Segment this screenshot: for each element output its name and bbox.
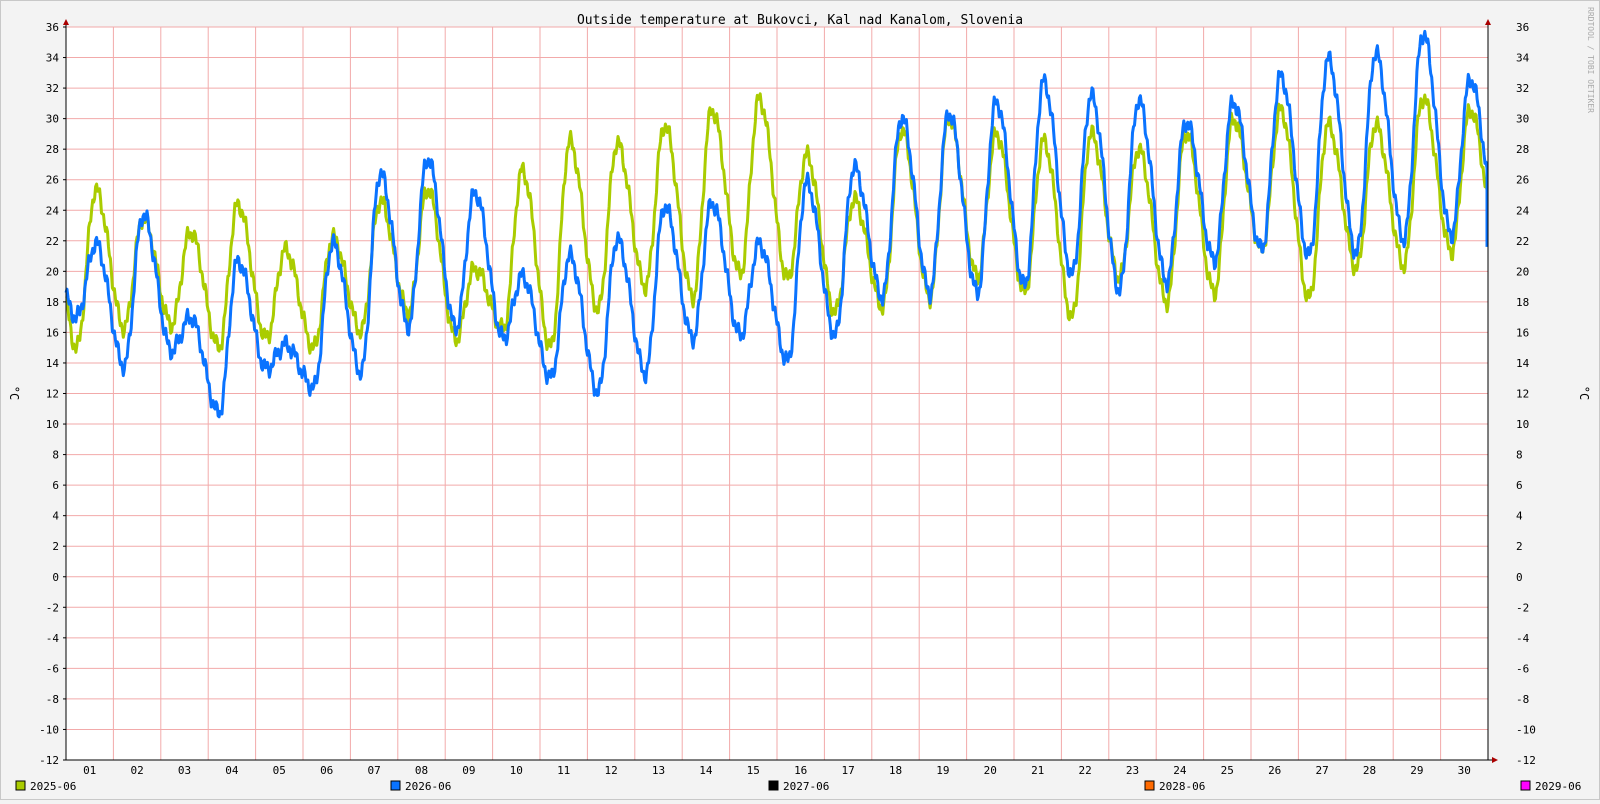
x-tick-label: 29 [1410,764,1423,777]
y-tick-label-right: 2 [1516,540,1523,553]
y-tick-label-right: 8 [1516,449,1523,462]
x-tick-label: 27 [1315,764,1328,777]
chart-canvas: 363432302826242220181614121086420-2-4-6-… [0,0,1600,800]
y-tick-label-left: -2 [46,601,59,614]
legend-label: 2025-06 [30,780,76,793]
y-tick-label-left: 18 [46,296,59,309]
y-tick-label-left: 26 [46,174,59,187]
y-tick-label-left: 14 [46,357,60,370]
y-tick-label-right: 10 [1516,418,1529,431]
y-tick-label-right: 4 [1516,510,1523,523]
x-tick-label: 10 [510,764,523,777]
x-tick-label: 06 [320,764,333,777]
y-tick-label-left: 28 [46,143,59,156]
x-tick-label: 22 [1078,764,1091,777]
y-tick-label-right: 12 [1516,388,1529,401]
y-tick-label-right: 16 [1516,326,1529,339]
legend-label: 2026-06 [405,780,451,793]
x-tick-label: 04 [225,764,239,777]
y-tick-label-left: 30 [46,113,59,126]
y-tick-label-right: -4 [1516,632,1530,645]
y-tick-label-left: 4 [52,510,59,523]
y-tick-label-left: 22 [46,235,59,248]
y-tick-label-right: -10 [1516,723,1536,736]
y-tick-label-left: 8 [52,449,59,462]
y-tick-label-left: -10 [39,723,59,736]
y-tick-label-left: 34 [46,52,60,65]
legend-swatch [390,780,401,791]
x-tick-label: 13 [652,764,665,777]
x-tick-label: 17 [841,764,854,777]
x-tick-label: 08 [415,764,428,777]
x-tick-label: 12 [604,764,617,777]
x-tick-label: 01 [83,764,96,777]
y-tick-label-right: 28 [1516,143,1529,156]
y-tick-label-left: 2 [52,540,59,553]
chart: 36 34 32 30 28 26 24 22 20 18 16 14 12 10 8 6 4 2 0 -2 -4 -6-… [0,0,1600,800]
y-tick-label-left: -8 [46,693,59,706]
y-tick-label-right: 36 [1516,21,1529,34]
y-tick-label-right: -8 [1516,693,1529,706]
y-tick-label-left: 16 [46,326,59,339]
y-axis-label-left: °C [7,386,21,400]
x-tick-label: 11 [557,764,570,777]
legend-swatch [15,780,26,791]
legend-swatch [1144,780,1155,791]
y-tick-label-right: 34 [1516,52,1530,65]
y-tick-label-left: 24 [46,204,60,217]
x-tick-label: 03 [178,764,191,777]
watermark: RRDTOOL / TOBI OETIKER [1586,7,1595,113]
y-tick-label-right: 14 [1516,357,1530,370]
y-tick-label-right: 30 [1516,113,1529,126]
x-tick-label: 26 [1268,764,1281,777]
x-tick-label: 09 [462,764,475,777]
y-tick-label-left: 12 [46,388,59,401]
legend-label: 2029-06 [1535,780,1581,793]
x-tick-label: 21 [1031,764,1044,777]
y-tick-label-left: 10 [46,418,59,431]
x-tick-label: 25 [1221,764,1234,777]
y-tick-label-left: 36 [46,21,59,34]
y-tick-label-left: -12 [39,754,59,767]
y-tick-label-right: 26 [1516,174,1529,187]
legend-swatch [1520,780,1531,791]
x-tick-label: 23 [1126,764,1139,777]
x-tick-label: 05 [273,764,286,777]
chart-title: Outside temperature at Bukovci, Kal nad … [577,13,1023,28]
y-tick-label-left: 20 [46,265,59,278]
y-tick-label-left: -4 [46,632,60,645]
x-tick-label: 24 [1173,764,1187,777]
y-tick-label-right: 6 [1516,479,1523,492]
x-tick-label: 15 [747,764,760,777]
y-tick-label-left: 32 [46,82,59,95]
y-tick-label-right: 0 [1516,571,1523,584]
y-tick-label-right: 18 [1516,296,1529,309]
y-tick-label-left: -6 [46,662,59,675]
x-tick-label: 02 [130,764,143,777]
x-tick-label: 16 [794,764,807,777]
legend-label: 2027-06 [783,780,829,793]
y-tick-label-right: 20 [1516,265,1529,278]
x-tick-label: 30 [1458,764,1471,777]
y-tick-label-left: 6 [52,479,59,492]
legend-swatch [768,780,779,791]
x-tick-label: 19 [936,764,949,777]
y-tick-label-right: -6 [1516,662,1529,675]
y-tick-label-right: 22 [1516,235,1529,248]
x-tick-label: 07 [367,764,380,777]
y-axis-label-right: °C [1577,386,1591,400]
y-tick-label-right: -2 [1516,601,1529,614]
x-tick-label: 14 [699,764,713,777]
legend-label: 2028-06 [1159,780,1205,793]
y-tick-label-right: 24 [1516,204,1530,217]
y-tick-label-right: 32 [1516,82,1529,95]
y-tick-label-left: 0 [52,571,59,584]
x-tick-label: 20 [984,764,997,777]
y-tick-label-right: -12 [1516,754,1536,767]
x-tick-label: 28 [1363,764,1376,777]
x-tick-label: 18 [889,764,902,777]
